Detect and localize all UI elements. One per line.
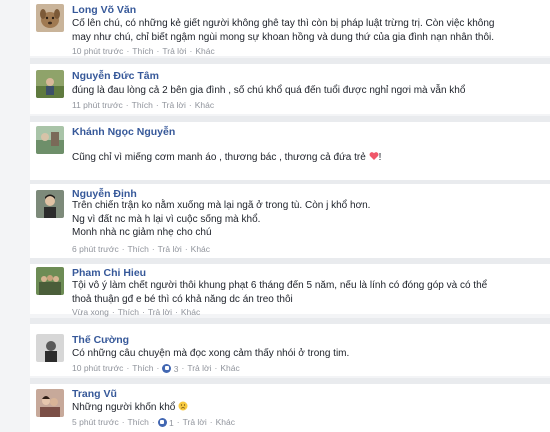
like-link[interactable]: Thích bbox=[118, 307, 139, 317]
bw-portrait-icon bbox=[36, 334, 64, 362]
avatar[interactable] bbox=[36, 334, 64, 362]
landscape-photo-icon bbox=[36, 126, 64, 154]
timestamp: 10 phút trước bbox=[72, 46, 124, 56]
reply-link[interactable]: Trả lời bbox=[158, 244, 182, 254]
timestamp: Vừa xong bbox=[72, 307, 109, 317]
comment-text: đúng là đau lòng cả 2 bên gia đình , số … bbox=[72, 85, 466, 96]
more-link[interactable]: Khác bbox=[191, 244, 210, 254]
reply-link[interactable]: Trả lời bbox=[187, 363, 211, 373]
avatar[interactable] bbox=[36, 4, 64, 32]
more-link[interactable]: Khác bbox=[216, 417, 235, 427]
comment-meta: 10 phút trước · Thích · Trả lời · Khác bbox=[72, 46, 215, 56]
more-link[interactable]: Khác bbox=[181, 307, 200, 317]
avatar[interactable] bbox=[36, 126, 64, 154]
like-link[interactable]: Thích bbox=[132, 46, 153, 56]
more-link[interactable]: Khác bbox=[195, 100, 214, 110]
avatar[interactable] bbox=[36, 389, 64, 417]
like-link[interactable]: Thích bbox=[128, 244, 149, 254]
comment-card: Long Võ Văn Cố lên chú, có những kẻ giết… bbox=[30, 0, 550, 56]
more-link[interactable]: Khác bbox=[220, 363, 239, 373]
commenter-name[interactable]: Khánh Ngọc Nguyễn bbox=[72, 126, 175, 138]
timestamp: 5 phút trước bbox=[72, 417, 119, 427]
reply-link[interactable]: Trả lời bbox=[162, 100, 186, 110]
avatar[interactable] bbox=[36, 190, 64, 218]
like-link[interactable]: Thích bbox=[128, 417, 149, 427]
couple-photo-icon bbox=[36, 389, 64, 417]
comment-card: Nguyễn Đức Tâm đúng là đau lòng cả 2 bên… bbox=[30, 64, 550, 114]
timestamp: 6 phút trước bbox=[72, 244, 119, 254]
avatar[interactable] bbox=[36, 70, 64, 98]
comment-meta: 11 phút trước · Thích · Trả lời · Khác bbox=[72, 100, 215, 110]
avatar[interactable] bbox=[36, 267, 64, 295]
commenter-name[interactable]: Long Võ Văn bbox=[72, 4, 136, 16]
like-count[interactable]: 1 bbox=[157, 417, 174, 428]
comment-text: Cũng chỉ vì miếng cơm manh áo , thương b… bbox=[72, 152, 382, 163]
comment-meta: 5 phút trước · Thích · 1 · Trả lời · Khác bbox=[72, 417, 235, 428]
comment-text: Cố lên chú, có những kẻ giết người không… bbox=[72, 18, 495, 43]
commenter-name[interactable]: Pham Chi Hieu bbox=[72, 267, 146, 279]
thumbs-up-icon bbox=[157, 417, 167, 427]
reply-link[interactable]: Trả lời bbox=[162, 46, 186, 56]
comment-card: Nguyễn Định Trên chiến trận ko nằm xuống… bbox=[30, 184, 550, 258]
like-link[interactable]: Thích bbox=[132, 100, 153, 110]
dog-photo-icon bbox=[36, 4, 64, 32]
like-link[interactable]: Thích bbox=[132, 363, 153, 373]
comment-card: Khánh Ngọc Nguyễn Cũng chỉ vì miếng cơm … bbox=[30, 122, 550, 180]
portrait-photo-icon bbox=[36, 190, 64, 218]
reply-link[interactable]: Trả lời bbox=[148, 307, 172, 317]
commenter-name[interactable]: Trang Vũ bbox=[72, 388, 117, 400]
comment-meta: Vừa xong · Thích · Trả lời · Khác bbox=[72, 307, 201, 317]
comment-card: Pham Chi Hieu Tội vô ý làm chết người th… bbox=[30, 264, 550, 317]
comment-text: Những người khốn khổ bbox=[72, 401, 188, 415]
timestamp: 10 phút trước bbox=[72, 363, 124, 373]
comment-text: Tội vô ý làm chết người thôi khung phạt … bbox=[72, 280, 488, 305]
timestamp: 11 phút trước bbox=[72, 100, 123, 110]
comment-card: Trang Vũ Những người khốn khổ 5 phút trư… bbox=[30, 384, 550, 432]
commenter-name[interactable]: Nguyễn Đức Tâm bbox=[72, 70, 159, 82]
like-count[interactable]: 3 bbox=[162, 363, 179, 374]
comment-meta: 10 phút trước · Thích · 3 · Trả lời · Khác bbox=[72, 363, 240, 374]
comment-feed: Long Võ Văn Cố lên chú, có những kẻ giết… bbox=[0, 0, 550, 432]
reply-link[interactable]: Trả lời bbox=[183, 417, 207, 427]
comment-text: Có những câu chuyện mà đọc xong cảm thấy… bbox=[72, 348, 350, 359]
group-photo-icon bbox=[36, 267, 64, 295]
comment-meta: 6 phút trước · Thích · Trả lời · Khác bbox=[72, 244, 211, 254]
more-link[interactable]: Khác bbox=[195, 46, 214, 56]
comment-card: Thế Cường Có những câu chuyện mà đọc xon… bbox=[30, 324, 550, 376]
heart-emoji-icon bbox=[369, 152, 379, 160]
outdoor-photo-icon bbox=[36, 70, 64, 98]
comment-text: Trên chiến trận ko nằm xuống mà lại ngã … bbox=[72, 200, 371, 238]
commenter-name[interactable]: Thế Cường bbox=[72, 334, 129, 346]
sad-face-emoji-icon bbox=[178, 401, 188, 411]
thumbs-up-icon bbox=[162, 363, 172, 373]
